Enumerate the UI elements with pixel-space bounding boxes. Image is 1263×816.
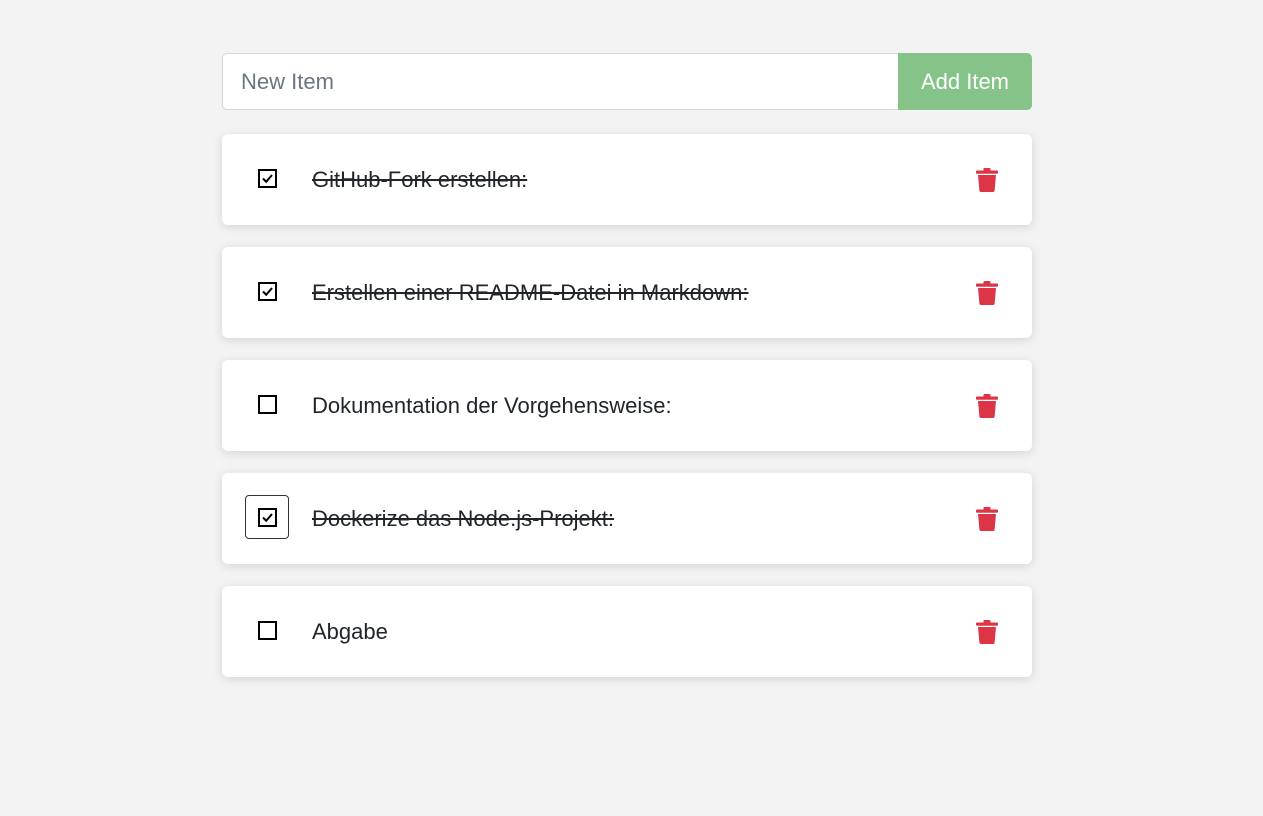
todo-item: GitHub-Fork erstellen: xyxy=(222,134,1032,225)
todo-item: Dockerize das Node.js-Projekt: xyxy=(222,473,1032,564)
add-item-button[interactable]: Add Item xyxy=(898,53,1032,110)
toggle-complete-button[interactable] xyxy=(245,269,289,313)
new-item-input[interactable] xyxy=(222,53,898,110)
check-square-icon xyxy=(257,507,277,527)
item-name: Abgabe xyxy=(312,619,388,644)
todo-item: Abgabe xyxy=(222,586,1032,677)
check-square-icon xyxy=(257,281,277,301)
todo-item: Dokumentation der Vorgehensweise: xyxy=(222,360,1032,451)
trash-icon[interactable] xyxy=(976,394,998,418)
toggle-complete-button[interactable] xyxy=(245,608,289,652)
add-item-form: Add Item xyxy=(222,53,1032,110)
square-icon xyxy=(257,394,277,414)
toggle-complete-button[interactable] xyxy=(245,156,289,200)
todo-item: Erstellen einer README-Datei in Markdown… xyxy=(222,247,1032,338)
trash-icon[interactable] xyxy=(976,620,998,644)
square-icon xyxy=(257,620,277,640)
todo-list: GitHub-Fork erstellen: Erstellen einer R… xyxy=(222,134,1032,677)
check-square-icon xyxy=(257,168,277,188)
todo-app: Add Item GitHub-Fork erstellen: xyxy=(222,53,1032,699)
item-name: Erstellen einer README-Datei in Markdown… xyxy=(312,280,749,305)
item-name: GitHub-Fork erstellen: xyxy=(312,167,528,192)
toggle-complete-button[interactable] xyxy=(245,382,289,426)
item-name: Dockerize das Node.js-Projekt: xyxy=(312,506,615,531)
toggle-complete-button[interactable] xyxy=(245,495,289,539)
trash-icon[interactable] xyxy=(976,281,998,305)
item-name: Dokumentation der Vorgehensweise: xyxy=(312,393,672,418)
trash-icon[interactable] xyxy=(976,168,998,192)
trash-icon[interactable] xyxy=(976,507,998,531)
